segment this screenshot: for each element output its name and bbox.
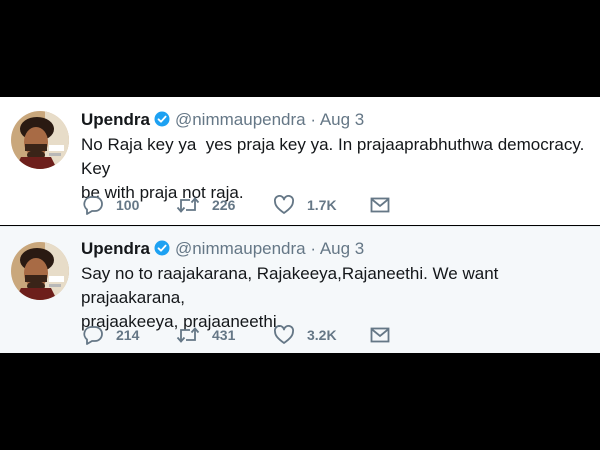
- reply-icon: [82, 325, 104, 345]
- direct-message-icon: [370, 196, 390, 214]
- reply-button[interactable]: 100: [82, 194, 139, 216]
- like-count: 1.7K: [307, 197, 337, 213]
- retweet-button[interactable]: 431: [176, 324, 235, 346]
- display-name[interactable]: Upendra: [81, 239, 150, 258]
- reply-count: 100: [116, 197, 140, 213]
- tweet-header: Upendra @nimmaupendra · Aug 3: [81, 237, 364, 261]
- verified-badge-icon: [154, 111, 170, 127]
- user-handle[interactable]: @nimmaupendra: [175, 239, 306, 258]
- tweet-actions: 100 226 1.7K: [82, 194, 402, 216]
- tweet-date[interactable]: Aug 3: [320, 239, 364, 258]
- reply-button[interactable]: 214: [82, 324, 139, 346]
- avatar[interactable]: [11, 111, 69, 169]
- tweet-card[interactable]: Upendra @nimmaupendra · Aug 3 No Raja key…: [0, 97, 600, 225]
- retweet-count: 431: [212, 327, 236, 343]
- like-count: 3.2K: [307, 327, 337, 343]
- reply-icon: [82, 195, 104, 215]
- direct-message-button[interactable]: [370, 194, 390, 216]
- dot-separator: ·: [310, 110, 317, 129]
- tweet-card[interactable]: Upendra @nimmaupendra · Aug 3 Say no to r…: [0, 226, 600, 353]
- avatar[interactable]: [11, 242, 69, 300]
- like-icon: [273, 195, 295, 215]
- user-handle[interactable]: @nimmaupendra: [175, 110, 306, 129]
- retweet-count: 226: [212, 197, 236, 213]
- display-name[interactable]: Upendra: [81, 110, 150, 129]
- direct-message-button[interactable]: [370, 324, 390, 346]
- like-button[interactable]: 1.7K: [273, 194, 337, 216]
- retweet-icon: [176, 195, 200, 215]
- like-button[interactable]: 3.2K: [273, 324, 337, 346]
- retweet-icon: [176, 325, 200, 345]
- reply-count: 214: [116, 327, 140, 343]
- tweet-actions: 214 431 3.2K: [82, 324, 402, 346]
- direct-message-icon: [370, 326, 390, 344]
- verified-badge-icon: [154, 240, 170, 256]
- tweet-date[interactable]: Aug 3: [320, 110, 364, 129]
- dot-separator: ·: [310, 239, 317, 258]
- tweet-header: Upendra @nimmaupendra · Aug 3: [81, 108, 364, 132]
- like-icon: [273, 325, 295, 345]
- retweet-button[interactable]: 226: [176, 194, 235, 216]
